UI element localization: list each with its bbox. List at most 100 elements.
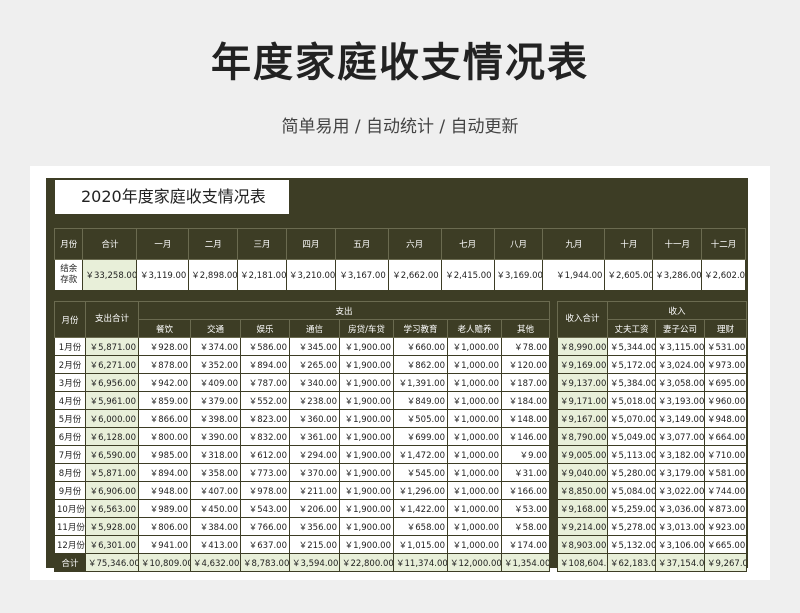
month-header: 六月 xyxy=(387,228,442,260)
summary-value-cell: ￥3,167.00 xyxy=(334,259,389,291)
month-cell: 2月份 xyxy=(54,355,86,374)
table-row: ￥8,903.00 ￥5,132.00 ￥3,106.00 ￥665.00 xyxy=(557,535,748,554)
income-value-cell: ￥3,149.00 xyxy=(655,409,705,428)
month-header: 三月 xyxy=(237,228,287,260)
table-row: 10月份 ￥6,563.00 ￥989.00 ￥450.00 ￥543.00 ￥206.0… xyxy=(54,499,551,518)
summary-value-cell: ￥3,169.00 xyxy=(493,259,544,291)
income-total-cell: ￥9,171.00 xyxy=(557,391,608,410)
expense-category-header: 老人赡养 xyxy=(447,319,502,338)
income-value-cell: ￥5,278.00 xyxy=(607,517,656,536)
sum-value-cell: ￥9,267.00 xyxy=(703,553,748,572)
expense-value-cell: ￥58.00 xyxy=(500,517,551,536)
income-total-cell: ￥9,040.00 xyxy=(557,463,608,482)
income-total-cell: ￥9,137.00 xyxy=(557,373,608,392)
expense-value-cell: ￥787.00 xyxy=(240,373,290,392)
summary-value-cell: ￥2,605.00 xyxy=(604,259,654,291)
expense-value-cell: ￥238.00 xyxy=(289,391,340,410)
month-cell: 4月份 xyxy=(54,391,86,410)
expense-value-cell: ￥1,391.00 xyxy=(393,373,448,392)
expense-value-cell: ￥1,000.00 xyxy=(447,391,502,410)
income-value-cell: ￥3,115.00 xyxy=(655,337,705,356)
expense-category-header: 其他 xyxy=(500,319,551,338)
expense-total-cell: ￥6,590.00 xyxy=(85,445,139,464)
expense-value-cell: ￥1,900.00 xyxy=(339,427,394,446)
month-header: 十二月 xyxy=(701,228,746,260)
expense-value-cell: ￥390.00 xyxy=(190,427,241,446)
income-value-cell: ￥960.00 xyxy=(703,391,748,410)
expense-value-cell: ￥184.00 xyxy=(500,391,551,410)
sum-value-cell: ￥3,594.00 xyxy=(289,553,340,572)
expense-total-label: 支出合计 xyxy=(85,301,139,338)
page-subtitle: 简单易用 / 自动统计 / 自动更新 xyxy=(281,117,519,137)
expense-total-cell: ￥6,271.00 xyxy=(85,355,139,374)
expense-total-cell: ￥6,301.00 xyxy=(85,535,139,554)
month-header: 十月 xyxy=(604,228,654,260)
income-value-cell: ￥923.00 xyxy=(703,517,748,536)
expense-value-cell: ￥1,900.00 xyxy=(339,535,394,554)
income-value-cell: ￥3,013.00 xyxy=(655,517,705,536)
income-value-cell: ￥665.00 xyxy=(703,535,748,554)
expense-value-cell: ￥1,900.00 xyxy=(339,409,394,428)
expense-value-cell: ￥658.00 xyxy=(393,517,448,536)
expense-value-cell: ￥1,900.00 xyxy=(339,445,394,464)
income-value-cell: ￥5,280.00 xyxy=(607,463,656,482)
page-title: 年度家庭收支情况表 xyxy=(211,40,589,86)
expense-value-cell: ￥450.00 xyxy=(190,499,241,518)
expense-value-cell: ￥1,000.00 xyxy=(447,373,502,392)
expense-total-cell: ￥6,000.00 xyxy=(85,409,139,428)
expense-value-cell: ￥989.00 xyxy=(138,499,191,518)
table-row: 7月份 ￥6,590.00 ￥985.00 ￥318.00 ￥612.00 ￥294.00… xyxy=(54,445,551,464)
income-total-cell: ￥9,168.00 xyxy=(557,499,608,518)
month-header: 一月 xyxy=(136,228,190,260)
table-row: ￥9,171.00 ￥5,018.00 ￥3,193.00 ￥960.00 xyxy=(557,391,748,410)
sum-value-cell: ￥1,354.00 xyxy=(500,553,551,572)
income-total-cell: ￥8,790.00 xyxy=(557,427,608,446)
sum-row: ￥108,604.00￥62,183.00￥37,154.00￥9,267.00 xyxy=(557,553,748,572)
expense-value-cell: ￥409.00 xyxy=(190,373,241,392)
expense-value-cell: ￥407.00 xyxy=(190,481,241,500)
expense-value-cell: ￥1,000.00 xyxy=(447,337,502,356)
expense-value-cell: ￥31.00 xyxy=(500,463,551,482)
expense-value-cell: ￥148.00 xyxy=(500,409,551,428)
total-label: 合计 xyxy=(82,228,138,260)
expense-value-cell: ￥543.00 xyxy=(240,499,290,518)
expense-value-cell: ￥545.00 xyxy=(393,463,448,482)
table-row: 11月份 ￥5,928.00 ￥806.00 ￥384.00 ￥766.00 ￥356.0… xyxy=(54,517,551,536)
expense-total-cell: ￥5,871.00 xyxy=(85,337,139,356)
table-row: ￥8,990.00 ￥5,344.00 ￥3,115.00 ￥531.00 xyxy=(557,337,748,356)
expense-value-cell: ￥1,000.00 xyxy=(447,427,502,446)
expense-value-cell: ￥1,015.00 xyxy=(393,535,448,554)
expense-value-cell: ￥215.00 xyxy=(289,535,340,554)
expense-value-cell: ￥832.00 xyxy=(240,427,290,446)
income-value-cell: ￥873.00 xyxy=(703,499,748,518)
expense-value-cell: ￥1,900.00 xyxy=(339,337,394,356)
expense-value-cell: ￥1,900.00 xyxy=(339,499,394,518)
sum-value-cell: ￥11,374.00 xyxy=(393,553,448,572)
expense-value-cell: ￥356.00 xyxy=(289,517,340,536)
expense-value-cell: ￥894.00 xyxy=(138,463,191,482)
expense-value-cell: ￥849.00 xyxy=(393,391,448,410)
income-value-cell: ￥3,022.00 xyxy=(655,481,705,500)
summary-value-cell: ￥2,602.00 xyxy=(701,259,746,291)
expense-value-cell: ￥166.00 xyxy=(500,481,551,500)
table-row: ￥9,169.00 ￥5,172.00 ￥3,024.00 ￥973.00 xyxy=(557,355,748,374)
expense-total-cell: ￥6,563.00 xyxy=(85,499,139,518)
expense-value-cell: ￥637.00 xyxy=(240,535,290,554)
summary-header-row: 月份 合计 一月 二月 三月 四月 五月 六月 七月 八月 九月 十月 十一月 十二月 xyxy=(53,228,746,260)
table-row: ￥9,168.00 ￥5,259.00 ￥3,036.00 ￥873.00 xyxy=(557,499,748,518)
income-value-cell: ￥3,058.00 xyxy=(655,373,705,392)
income-value-cell: ￥5,384.00 xyxy=(607,373,656,392)
expense-value-cell: ￥1,000.00 xyxy=(447,499,502,518)
table-row: 1月份 ￥5,871.00 ￥928.00 ￥374.00 ￥586.00 ￥345.00… xyxy=(54,337,551,356)
row-label: 结余存款 xyxy=(53,259,84,291)
summary-value-cell: ￥2,662.00 xyxy=(387,259,442,291)
table-row: ￥8,850.00 ￥5,084.00 ￥3,022.00 ￥744.00 xyxy=(557,481,748,500)
sum-value-cell: ￥37,154.00 xyxy=(655,553,705,572)
table-row: 3月份 ￥6,956.00 ￥942.00 ￥409.00 ￥787.00 ￥340.00… xyxy=(54,373,551,392)
sum-value-cell: ￥8,783.00 xyxy=(240,553,290,572)
income-total-cell: ￥8,850.00 xyxy=(557,481,608,500)
income-value-cell: ￥531.00 xyxy=(703,337,748,356)
table-row: 5月份 ￥6,000.00 ￥866.00 ￥398.00 ￥823.00 ￥360.00… xyxy=(54,409,551,428)
month-header: 八月 xyxy=(493,228,544,260)
expense-total-cell: ￥6,906.00 xyxy=(85,481,139,500)
